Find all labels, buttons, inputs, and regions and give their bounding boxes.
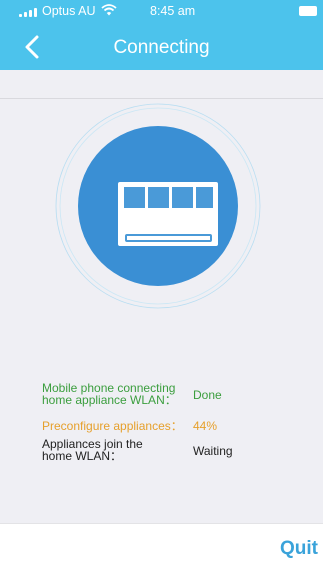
battery-icon <box>299 6 317 16</box>
step-label: Preconfigure appliances： <box>42 419 183 433</box>
step-status: Waiting <box>193 444 233 458</box>
status-time: 8:45 am <box>150 4 196 18</box>
step-label: home WLAN： <box>42 449 123 463</box>
header-bar: Optus AU 8:45 am Connecting <box>0 0 323 70</box>
nav-bar: Connecting <box>0 24 323 70</box>
wifi-icon <box>101 4 117 16</box>
air-conditioner-icon <box>118 182 218 246</box>
step-label: home appliance WLAN： <box>42 393 177 407</box>
signal-icon <box>19 8 41 17</box>
status-bar: Optus AU 8:45 am <box>0 0 323 24</box>
carrier-name: Optus AU <box>42 4 96 18</box>
footer-bar: Quit <box>0 523 323 571</box>
step-status: Done <box>193 388 222 402</box>
step-status: 44% <box>193 419 218 433</box>
page-title: Connecting <box>113 37 210 58</box>
connection-illustration <box>55 103 261 309</box>
quit-button[interactable]: Quit <box>280 538 318 560</box>
connection-status-list: Mobile phone connecting home appliance W… <box>0 378 323 478</box>
